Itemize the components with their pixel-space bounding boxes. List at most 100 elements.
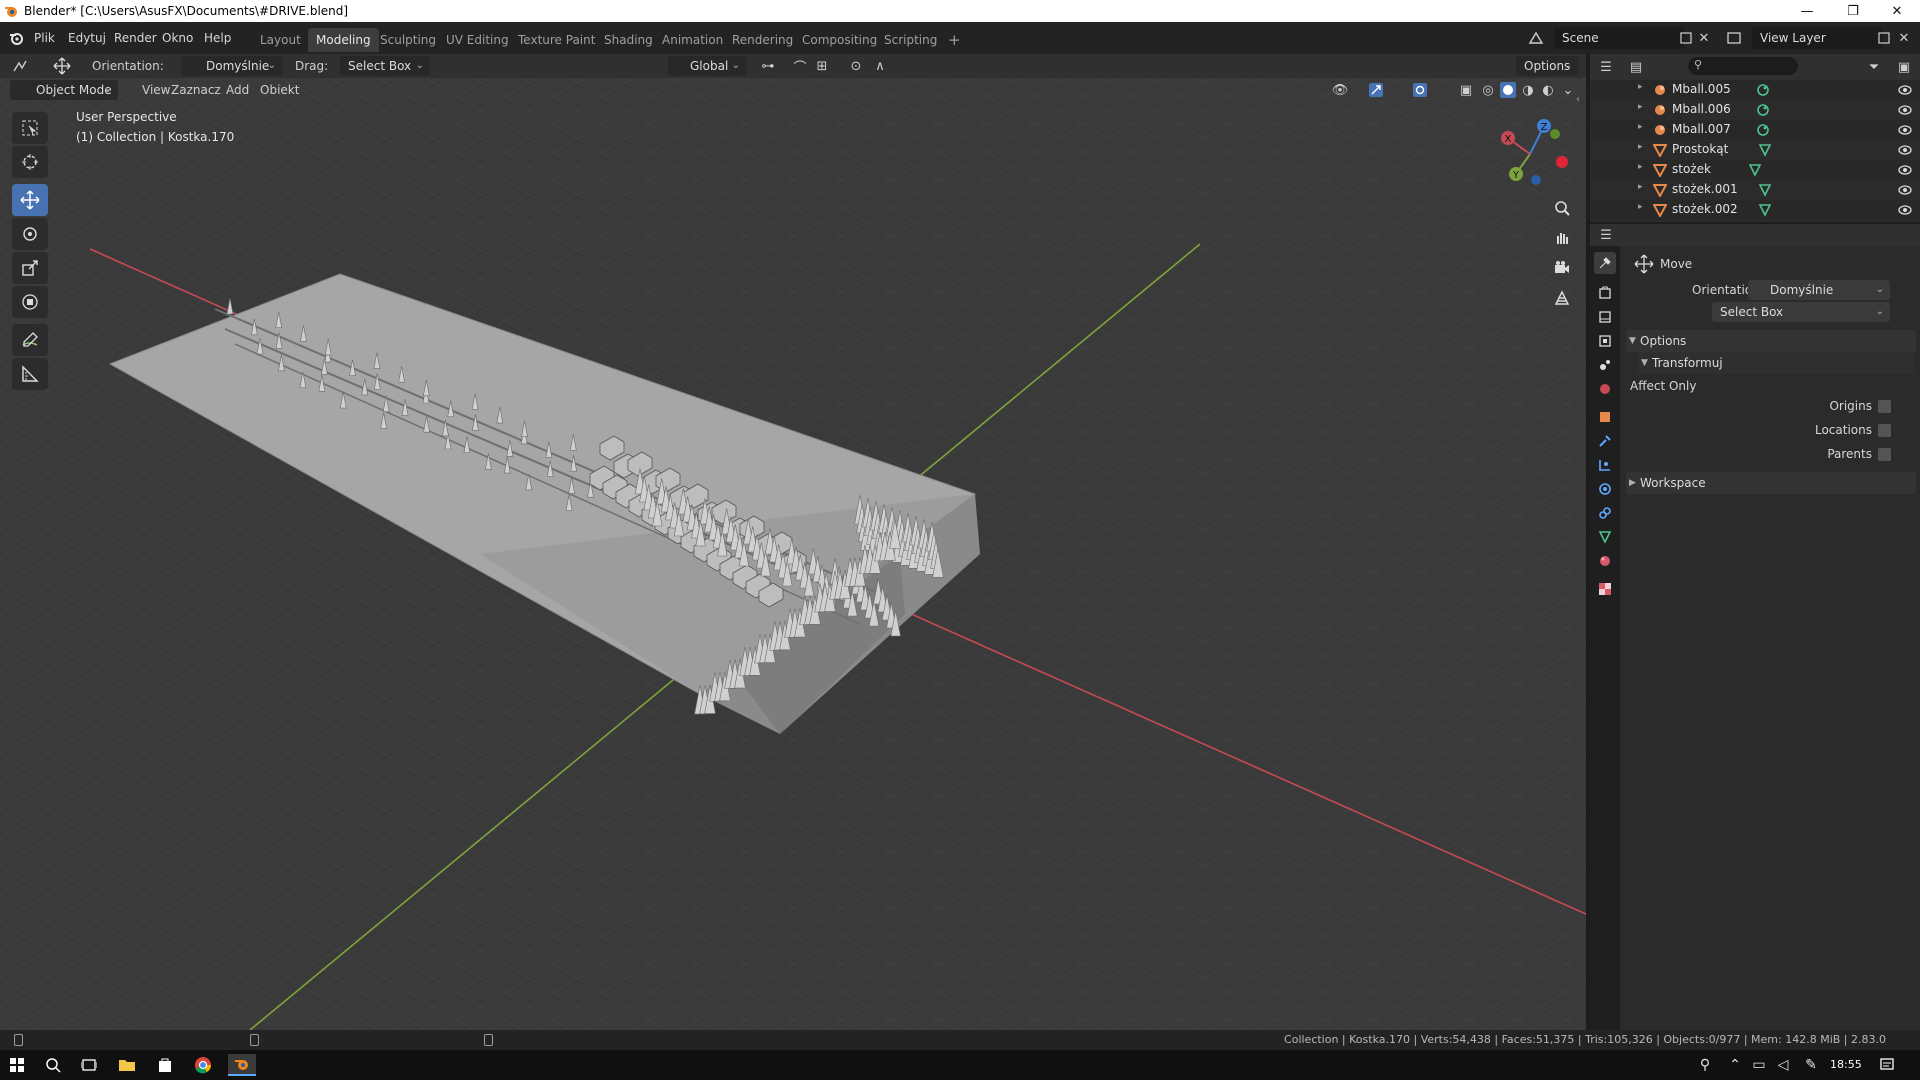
rotate-tool[interactable] <box>12 218 48 250</box>
metaball-data-icon[interactable] <box>1756 83 1770 97</box>
visibility-eye-icon[interactable] <box>1898 83 1912 97</box>
windows-start-icon[interactable] <box>6 1054 28 1076</box>
expand-arrow-icon[interactable]: ▸ <box>1638 202 1643 212</box>
snap-target-icon[interactable]: ⊞ <box>812 56 832 76</box>
people-icon[interactable]: ⚲ <box>1694 1054 1716 1076</box>
neg-x-handle[interactable] <box>1556 156 1568 168</box>
shading-options-icon[interactable]: ⌄ <box>1558 80 1578 100</box>
camera-view-icon[interactable] <box>1548 254 1576 282</box>
tab-render-icon[interactable] <box>1594 282 1616 304</box>
expand-arrow-icon[interactable]: ▸ <box>1638 122 1643 132</box>
add-workspace-button[interactable]: + <box>940 28 969 52</box>
outliner-item[interactable]: ▸ Prostokąt <box>1590 140 1920 160</box>
display-mode-icon[interactable]: ▤ <box>1626 57 1646 77</box>
transform-tool[interactable] <box>12 286 48 318</box>
pen-icon[interactable]: ✎ <box>1800 1054 1822 1076</box>
tab-output-icon[interactable] <box>1594 306 1616 328</box>
tab-texture-paint[interactable]: Texture Paint <box>510 28 603 52</box>
outliner-item[interactable]: ▸ stożek.001 <box>1590 180 1920 200</box>
expand-arrow-icon[interactable]: ▸ <box>1638 82 1643 92</box>
minimize-button[interactable]: — <box>1784 0 1830 22</box>
tab-sculpting[interactable]: Sculpting <box>372 28 444 52</box>
falloff-icon[interactable]: ∧ <box>870 56 890 76</box>
select-box-tool[interactable] <box>12 112 48 144</box>
locations-checkbox[interactable] <box>1878 424 1891 437</box>
editor-type-icon[interactable] <box>10 56 30 76</box>
annotate-tool[interactable] <box>12 324 48 356</box>
prop-orientation-dropdown[interactable]: Domyślnie ⌄ <box>1748 280 1890 300</box>
metaball-data-icon[interactable] <box>1756 103 1770 117</box>
new-view-layer-icon[interactable] <box>1874 28 1894 48</box>
tab-uv-editing[interactable]: UV Editing <box>438 28 517 52</box>
scene-icon[interactable] <box>1526 28 1546 48</box>
workspace-panel-header[interactable]: ▶ Workspace <box>1626 472 1916 494</box>
new-collection-icon[interactable]: ▣ <box>1894 57 1914 77</box>
visibility-eye-icon[interactable] <box>1898 203 1912 217</box>
tab-object-icon[interactable] <box>1594 406 1616 428</box>
pan-hand-icon[interactable] <box>1548 224 1576 252</box>
menu-obiekt[interactable]: Obiekt <box>254 80 305 100</box>
solid-shading-icon[interactable] <box>1498 80 1518 100</box>
mesh-data-icon[interactable] <box>1758 183 1772 197</box>
snap-icon[interactable]: ⌒ <box>790 56 810 76</box>
view-layer-icon[interactable] <box>1724 28 1744 48</box>
tab-modeling[interactable]: Modeling <box>308 28 379 52</box>
origins-checkbox[interactable] <box>1878 400 1891 413</box>
measure-tool[interactable] <box>12 358 48 390</box>
3d-viewport[interactable]: User Perspective (1) Collection | Kostka… <box>0 54 1586 1030</box>
mesh-data-icon[interactable] <box>1748 163 1762 177</box>
tab-material-icon[interactable] <box>1594 550 1616 572</box>
tab-particles-icon[interactable] <box>1594 454 1616 476</box>
tab-compositing[interactable]: Compositing <box>794 28 885 52</box>
visibility-eye-icon[interactable] <box>1898 123 1912 137</box>
tab-layout[interactable]: Layout <box>252 28 309 52</box>
menu-add[interactable]: Add <box>220 80 255 100</box>
visibility-eye-icon[interactable] <box>1898 143 1912 157</box>
taskbar-clock[interactable]: 18:55 <box>1830 1058 1862 1071</box>
task-view-icon[interactable] <box>78 1054 100 1076</box>
outliner-item[interactable]: ▸ stożek.002 <box>1590 200 1920 220</box>
blender-menu-icon[interactable] <box>6 28 26 48</box>
tab-shading[interactable]: Shading <box>596 28 661 52</box>
mesh-data-icon[interactable] <box>1758 143 1772 157</box>
drag-dropdown[interactable]: Select Box ⌄ <box>340 56 430 76</box>
blender-taskbar-icon[interactable] <box>228 1054 256 1076</box>
tab-data-icon[interactable] <box>1594 526 1616 548</box>
outliner-editor-icon[interactable]: ☰ <box>1596 57 1616 77</box>
move-tool[interactable] <box>12 184 48 216</box>
outliner-item[interactable]: ▸stożek.003 <box>1590 220 1920 222</box>
tab-animation[interactable]: Animation <box>654 28 731 52</box>
visibility-eye-icon[interactable] <box>1898 163 1912 177</box>
tab-modifiers-icon[interactable] <box>1594 430 1616 452</box>
rendered-shading-icon[interactable]: ◐ <box>1538 80 1558 100</box>
ortho-grid-icon[interactable] <box>1548 284 1576 312</box>
expand-arrow-icon[interactable]: ▸ <box>1638 182 1643 192</box>
metaball-data-icon[interactable] <box>1756 123 1770 137</box>
new-scene-icon[interactable] <box>1676 28 1696 48</box>
delete-scene-icon[interactable]: ✕ <box>1694 28 1714 48</box>
delete-view-layer-icon[interactable]: ✕ <box>1894 28 1914 48</box>
tab-texture-icon[interactable] <box>1594 578 1616 600</box>
outliner-search-input[interactable]: ⚲ <box>1688 57 1798 75</box>
outliner-item[interactable]: ▸ Mball.006 <box>1590 100 1920 120</box>
scene-name-field[interactable]: Scene <box>1554 27 1684 49</box>
tab-rendering[interactable]: Rendering <box>724 28 801 52</box>
gizmo-toggle-icon[interactable] <box>1366 80 1386 100</box>
overlays-toggle-icon[interactable] <box>1410 80 1430 100</box>
object-mode-dropdown[interactable]: Object Mode ⌄ <box>10 80 118 100</box>
expand-arrow-icon[interactable]: ▸ <box>1638 102 1643 112</box>
tab-view-layer-icon[interactable] <box>1594 330 1616 352</box>
file-explorer-icon[interactable] <box>116 1054 138 1076</box>
wireframe-shading-icon[interactable]: ◎ <box>1478 80 1498 100</box>
options-dropdown[interactable]: Options ⌄ <box>1516 56 1578 76</box>
options-panel-header[interactable]: ▼ Options <box>1626 330 1916 352</box>
close-button[interactable]: ✕ <box>1874 0 1920 22</box>
expand-arrow-icon[interactable]: ▸ <box>1638 162 1643 172</box>
transformuj-subpanel-header[interactable]: ▼ Transformuj <box>1638 352 1914 374</box>
parents-checkbox[interactable] <box>1878 448 1891 461</box>
pivot-point-icon[interactable]: ⊶ <box>758 56 778 76</box>
outliner-item[interactable]: ▸ stożek <box>1590 160 1920 180</box>
mesh-data-icon[interactable] <box>1758 203 1772 217</box>
network-icon[interactable]: ▭ <box>1748 1054 1770 1076</box>
xray-toggle-icon[interactable]: ▣ <box>1456 80 1476 100</box>
